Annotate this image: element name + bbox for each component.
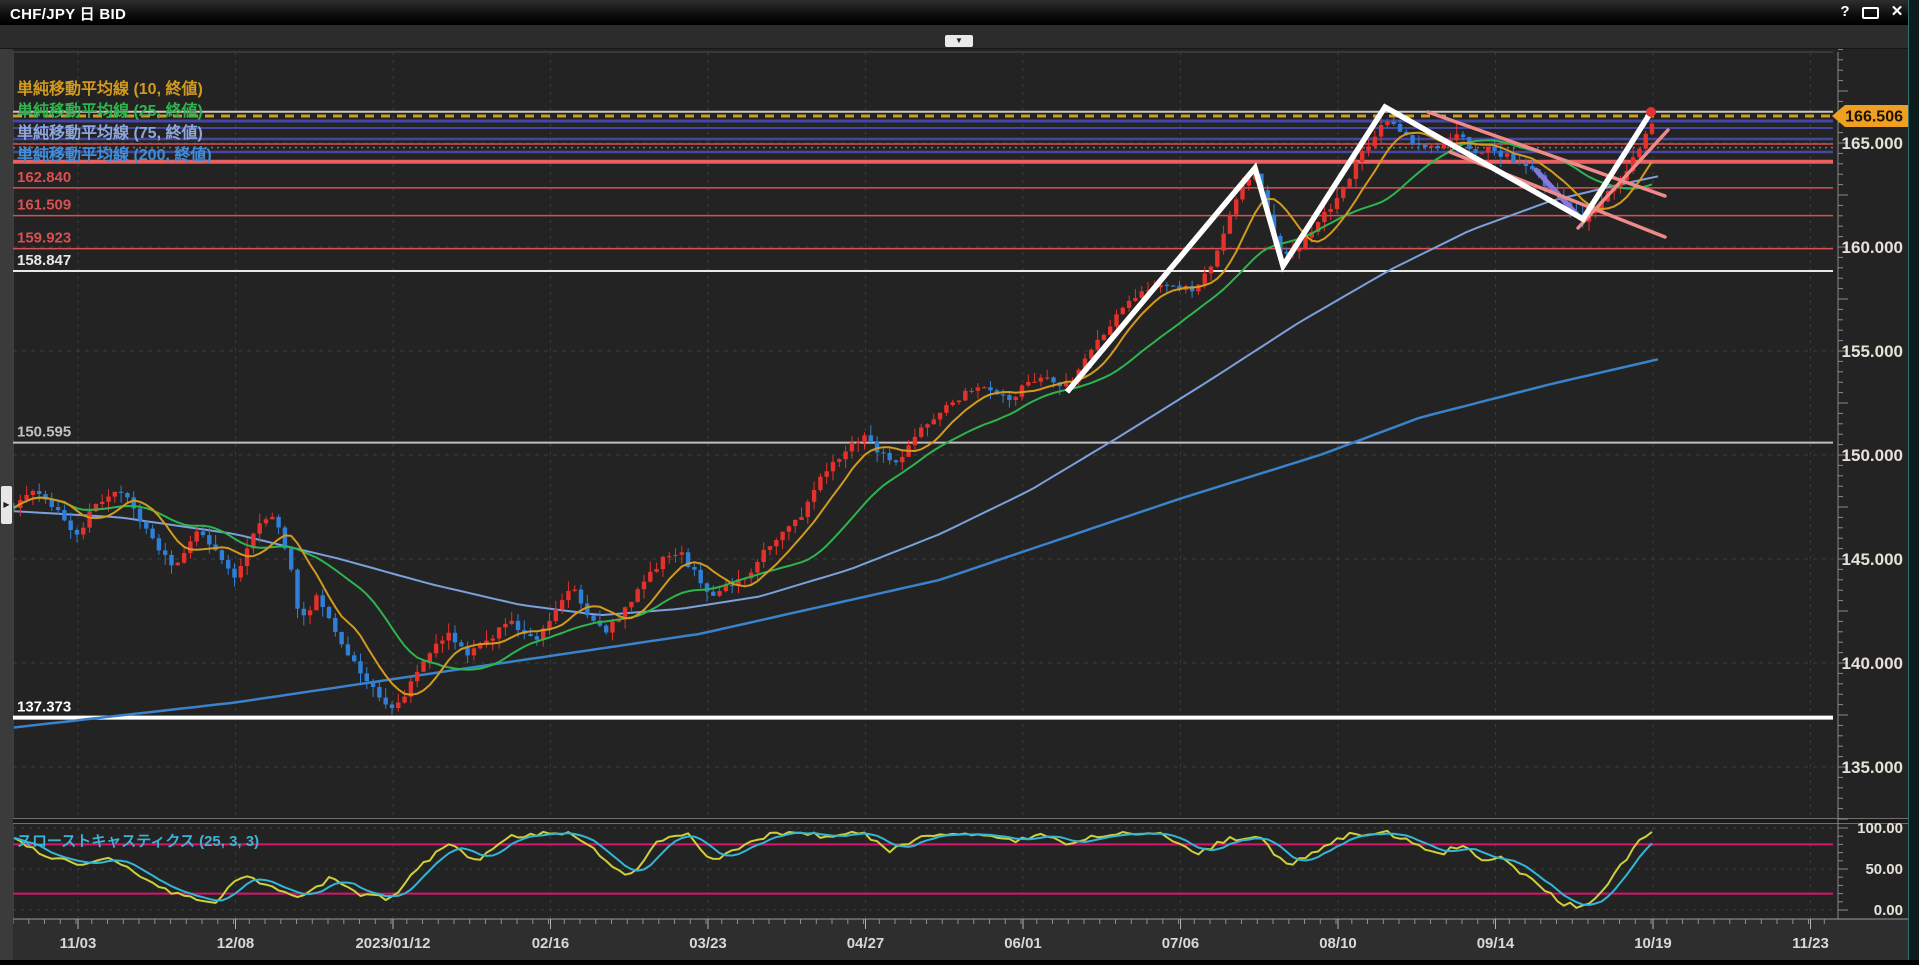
maximize-icon [1862, 7, 1879, 19]
right-window-border[interactable] [1908, 0, 1919, 960]
toolbar-collapse-button[interactable]: ▼ [945, 35, 973, 47]
chevron-right-icon: ▶ [3, 500, 9, 509]
time-axis-label: 08/10 [1319, 935, 1357, 952]
left-panel-strip: ▶ [0, 48, 13, 960]
current-price-badge: 166.506 [1832, 105, 1911, 127]
price-axis-label: 155.000 [1842, 342, 1903, 361]
time-axis-label: 04/27 [847, 935, 885, 952]
left-panel-expand-handle[interactable]: ▶ [1, 486, 12, 524]
current-price-label: 166.506 [1845, 108, 1903, 125]
ma-legend-label: 単純移動平均線 (25, 終値) [17, 101, 203, 120]
price-axis-label: 160.000 [1842, 238, 1903, 257]
chart-area[interactable]: 162.840 161.509 159.923 158.847 150.595 137.3… [0, 48, 1919, 960]
stoch-axis-label: 50.00 [1865, 861, 1903, 878]
time-axis-label: 03/23 [689, 935, 727, 952]
chevron-down-icon: ▼ [955, 36, 963, 45]
time-axis-label: 07/06 [1162, 935, 1200, 952]
price-line-label: 158.847 [17, 252, 71, 269]
price-axis-label: 135.000 [1842, 758, 1903, 777]
window-title: CHF/JPY 日 BID [10, 3, 126, 24]
help-button[interactable]: ? [1834, 2, 1856, 22]
time-axis-label: 10/19 [1634, 935, 1672, 952]
time-axis-label: 12/08 [217, 935, 255, 952]
toolbar: ▼ [0, 24, 1919, 49]
price-line-label: 150.595 [17, 424, 71, 441]
time-axis-label: 2023/01/12 [355, 935, 430, 952]
ma-legend-label: 単純移動平均線 (75, 終値) [17, 123, 203, 142]
price-axis-label: 145.000 [1842, 550, 1903, 569]
price-line-label: 162.840 [17, 169, 71, 186]
time-axis[interactable]: 11/03 12/08 2023/01/12 02/16 03/23 04/27 06/01… [0, 919, 1908, 960]
stoch-legend-label: スローストキャスティクス (25, 3, 3) [17, 833, 259, 850]
window-titlebar[interactable]: CHF/JPY 日 BID ? ✕ [0, 0, 1919, 25]
close-button[interactable]: ✕ [1886, 2, 1908, 22]
stoch-axis-label: 0.00 [1874, 902, 1903, 919]
stoch-axis-label: 100.00 [1857, 820, 1903, 837]
time-axis-label: 06/01 [1004, 935, 1042, 952]
price-axis-label: 165.000 [1842, 134, 1903, 153]
time-axis-label: 02/16 [532, 935, 570, 952]
price-line-label: 161.509 [17, 197, 71, 214]
ma-legend-label: 単純移動平均線 (200, 終値) [17, 145, 212, 164]
zigzag-end-dot [1646, 107, 1656, 117]
time-axis-label: 09/14 [1477, 935, 1515, 952]
time-axis-label: 11/03 [60, 935, 97, 952]
price-axis-label: 150.000 [1842, 446, 1903, 465]
price-line-label: 137.373 [17, 699, 71, 716]
time-axis-label: 11/23 [1792, 935, 1829, 952]
price-line-label: 159.923 [17, 230, 71, 247]
ma-legend-label: 単純移動平均線 (10, 終値) [17, 79, 203, 98]
main-chart-canvas[interactable]: 162.840 161.509 159.923 158.847 150.595 137.3… [0, 48, 1919, 960]
price-axis-label: 140.000 [1842, 654, 1903, 673]
